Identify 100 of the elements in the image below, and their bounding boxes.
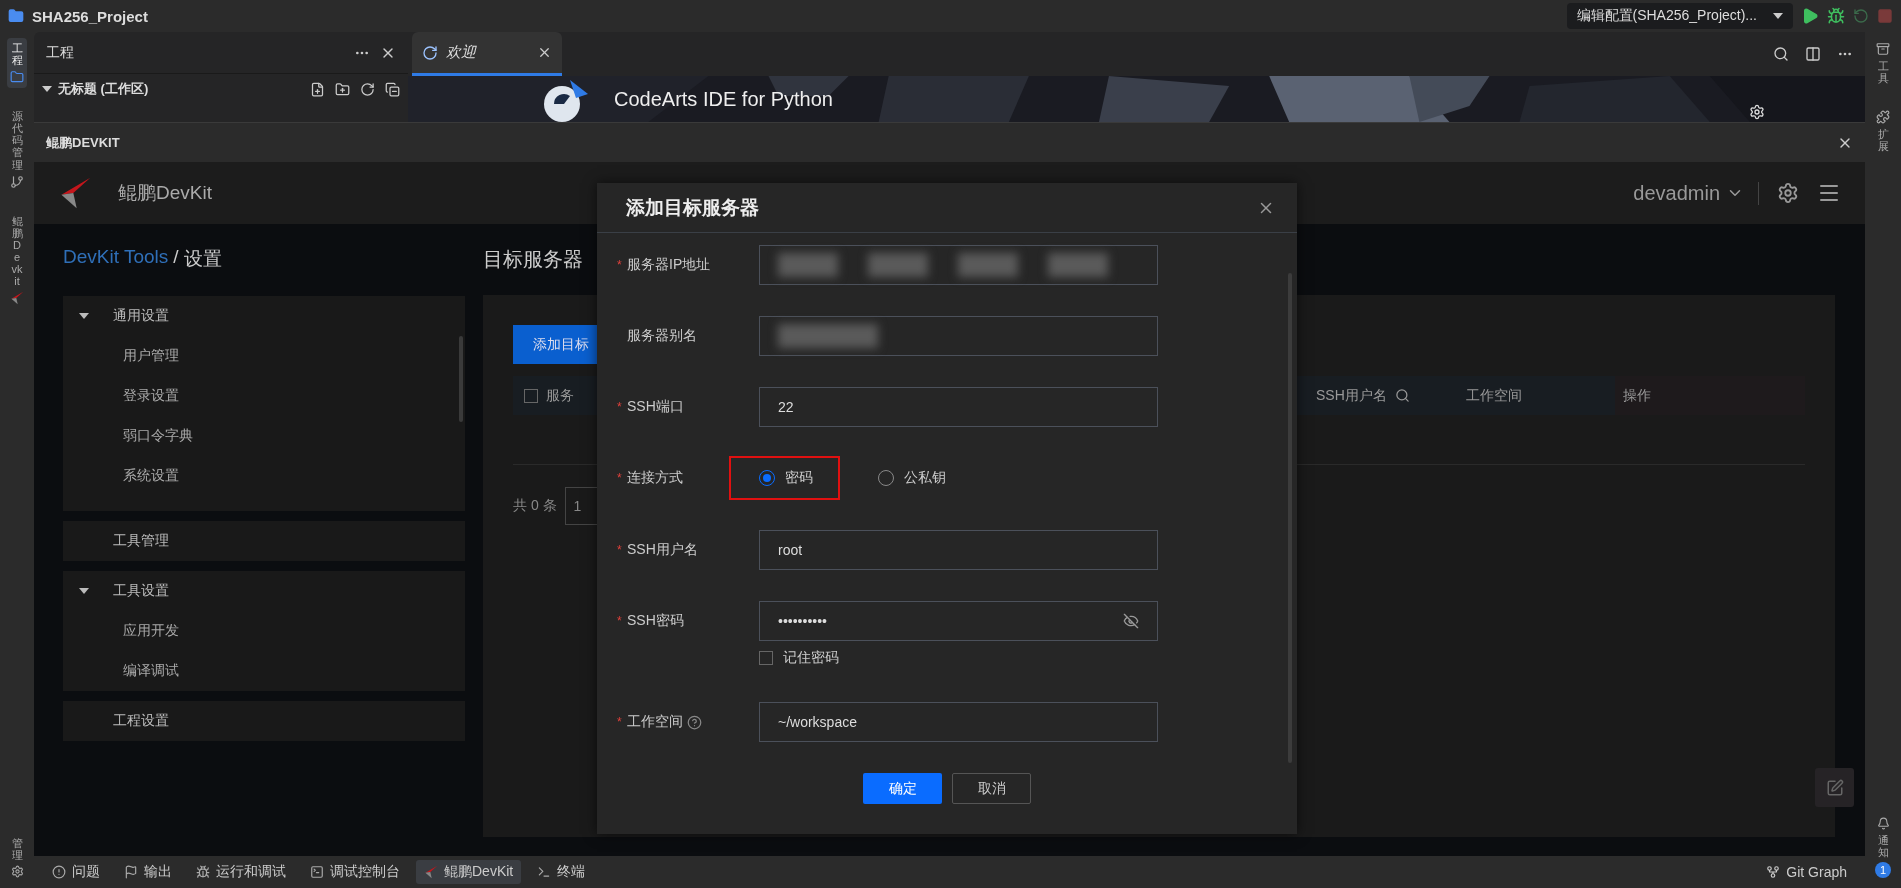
confirm-button[interactable]: 确定 <box>863 773 942 804</box>
menu-item[interactable]: 编译调试 <box>63 651 465 691</box>
alert-icon <box>52 865 66 879</box>
checkbox[interactable] <box>524 388 538 403</box>
breadcrumb-link[interactable]: DevKit Tools <box>63 246 169 272</box>
split-editor-icon[interactable] <box>1805 46 1821 62</box>
collapse-icon[interactable] <box>385 81 400 97</box>
required-mark: * <box>617 258 623 272</box>
search-icon[interactable] <box>1773 46 1789 62</box>
blurred-value <box>778 253 838 277</box>
menu-item[interactable]: 用户管理 <box>63 336 465 376</box>
restart-icon[interactable] <box>1853 8 1869 24</box>
panel-tab[interactable]: 输出 <box>116 860 180 884</box>
folder-icon <box>8 8 24 24</box>
field-label: SSH用户名 <box>627 541 698 559</box>
kite-logo-icon <box>424 865 438 879</box>
edit-icon <box>1825 778 1844 797</box>
menu-group[interactable]: 通用设置 <box>63 296 465 336</box>
input-field[interactable] <box>759 245 1158 285</box>
blurred-value <box>868 253 928 277</box>
column-header: SSH用户名 <box>1316 386 1387 405</box>
remember-checkbox[interactable]: 记住密码 <box>759 649 1158 667</box>
blurred-value <box>1048 253 1108 277</box>
input-field[interactable]: 22 <box>759 387 1158 427</box>
user-menu[interactable]: devadmin <box>1633 181 1759 205</box>
activity-tab[interactable]: 管理 <box>7 832 27 882</box>
close-icon[interactable] <box>537 45 552 60</box>
console-icon <box>310 865 324 879</box>
input-field[interactable] <box>759 316 1158 356</box>
column-header: 服务 <box>546 386 574 405</box>
panel-tab[interactable]: 调试控制台 <box>302 860 408 884</box>
input-field[interactable]: root <box>759 530 1158 570</box>
settings-icon[interactable] <box>1777 182 1799 204</box>
edit-button[interactable] <box>1815 768 1854 807</box>
menu-group[interactable]: 工程设置 <box>63 701 465 741</box>
total-count: 共 0 条 <box>513 497 557 515</box>
radio-option[interactable]: 公私钥 <box>878 469 946 487</box>
field-label: 连接方式 <box>627 469 683 487</box>
settings-icon <box>10 865 24 878</box>
activity-tab[interactable]: 工程 <box>7 38 27 89</box>
debug-icon[interactable] <box>1827 7 1845 25</box>
cancel-button[interactable]: 取消 <box>952 773 1031 804</box>
run-icon[interactable] <box>1801 7 1819 25</box>
panel-tab[interactable]: 问题 <box>44 860 108 884</box>
search-icon[interactable] <box>1394 388 1410 403</box>
required-mark: * <box>617 400 623 414</box>
bug-icon <box>196 865 210 879</box>
activity-tab[interactable]: 扩展 <box>1873 106 1893 157</box>
flag-icon <box>124 865 138 879</box>
panel-tab[interactable]: 运行和调试 <box>188 860 294 884</box>
column-header: 工作空间 <box>1466 386 1522 405</box>
breadcrumb-current: 设置 <box>183 247 222 271</box>
menu-group[interactable]: 工具设置 <box>63 571 465 611</box>
field-label: SSH端口 <box>627 398 684 416</box>
required-mark: * <box>617 715 623 729</box>
breadcrumb-separator: / <box>173 246 179 269</box>
brand-name: 鲲鹏DevKit <box>118 181 212 205</box>
project-title: SHA256_Project <box>32 7 148 25</box>
dialog-title: 添加目标服务器 <box>626 195 759 220</box>
activity-tab[interactable]: 源代码管理 <box>7 106 27 193</box>
menu-item[interactable]: 应用开发 <box>63 611 465 651</box>
puzzle-icon <box>1876 110 1890 125</box>
branch-icon <box>10 174 24 189</box>
required-mark: * <box>617 471 623 485</box>
activity-tab[interactable]: 鲲鹏Devkit <box>7 210 27 310</box>
kite-logo-icon <box>10 291 24 306</box>
terminal-icon <box>537 865 552 879</box>
help-icon[interactable] <box>687 714 702 730</box>
field-label: SSH密码 <box>627 612 684 630</box>
menu-item[interactable]: 登录设置 <box>63 376 465 416</box>
field-label: 工作空间 <box>627 713 683 731</box>
menu-item[interactable]: 弱口令字典 <box>63 416 465 456</box>
blurred-value <box>958 253 1018 277</box>
activity-tab[interactable]: 通知 1 <box>1872 812 1894 882</box>
panel-tab[interactable]: 鲲鹏DevKit <box>416 860 522 884</box>
new-file-icon[interactable] <box>310 81 325 97</box>
activity-tab[interactable]: 工具 <box>1873 38 1893 89</box>
refresh-icon[interactable] <box>360 81 375 97</box>
field-label: 服务器IP地址 <box>627 256 711 274</box>
git-graph-button[interactable]: Git Graph <box>1758 860 1855 884</box>
folder-icon <box>10 70 24 85</box>
panel-title: 工程 <box>46 43 74 62</box>
new-folder-icon[interactable] <box>335 81 350 97</box>
welcome-title: CodeArts IDE for Python <box>614 88 833 111</box>
notification-badge: 1 <box>1875 862 1891 878</box>
column-header: 操作 <box>1623 386 1651 405</box>
password-field[interactable]: •••••••••• <box>759 601 1158 641</box>
menu-group[interactable]: 工具管理 <box>63 521 465 561</box>
page-title: 目标服务器 <box>483 247 583 272</box>
required-mark: * <box>617 614 623 628</box>
highlighted-radio-option[interactable]: 密码 <box>731 458 838 498</box>
panel-title: 鲲鹏DEVKIT <box>46 133 120 152</box>
run-config-dropdown[interactable]: 编辑配置(SHA256_Project)... <box>1566 3 1793 29</box>
bell-icon <box>1876 816 1890 830</box>
eye-off-icon[interactable] <box>1123 613 1139 629</box>
menu-item[interactable]: 系统设置 <box>63 456 465 496</box>
tree-item[interactable]: 无标题 (工作区) <box>34 74 408 104</box>
editor-tab[interactable]: 欢迎 <box>412 32 562 76</box>
panel-tab[interactable]: 终端 <box>529 860 594 884</box>
input-field[interactable]: ~/workspace <box>759 702 1158 742</box>
